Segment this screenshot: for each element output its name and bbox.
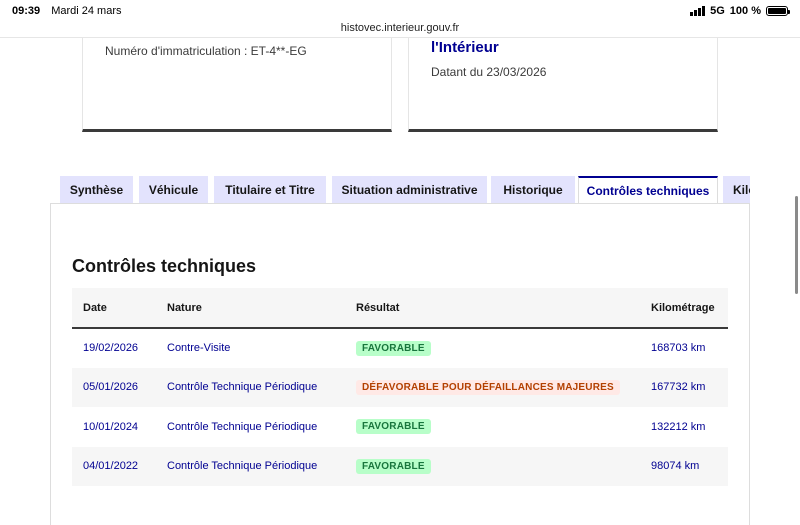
tab-situation-administrative[interactable]: Situation administrative <box>332 176 487 204</box>
network-type: 5G <box>710 5 725 17</box>
report-date: Datant du 23/03/2026 <box>431 65 547 79</box>
row-date: 19/02/2026 <box>83 342 139 355</box>
row-mileage: 98074 km <box>640 446 728 486</box>
row-result: FAVORABLE <box>345 328 640 368</box>
tab-controles-techniques[interactable]: Contrôles techniques <box>578 176 718 204</box>
source-title: l'Intérieur <box>431 39 499 56</box>
row-result: FAVORABLE <box>345 407 640 447</box>
registration-number: Numéro d'immatriculation : ET-4**-EG <box>105 44 307 58</box>
status-date: Mardi 24 mars <box>51 5 122 17</box>
battery-icon <box>766 6 790 16</box>
row-result: DÉFAVORABLE POUR DÉFAILLANCES MAJEURES <box>345 367 640 407</box>
row-mileage: 132212 km <box>651 420 706 433</box>
row-nature: Contrôle Technique Périodique <box>156 446 345 486</box>
battery-percent: 100 % <box>729 5 761 17</box>
table-row: 10/01/2024 Contrôle Technique Périodique… <box>72 407 728 447</box>
table-row: 05/01/2026 Contrôle Technique Périodique… <box>72 367 728 407</box>
battery-fill <box>768 8 786 14</box>
address-bar[interactable]: histovec.interieur.gouv.fr <box>0 18 800 38</box>
inspections-table: Date Nature Résultat Kilométrage 19/02/2… <box>72 288 728 486</box>
status-right: 5G 100 % <box>690 5 790 17</box>
tab-panel: Contrôles techniques Date Nature Résulta… <box>50 203 750 525</box>
table-row: 04/01/2022 Contrôle Technique Périodique… <box>72 446 728 486</box>
table-row: 19/02/2026 Contre-Visite FAVORABLE 16870… <box>72 328 728 368</box>
row-mileage: 167732 km <box>640 367 728 407</box>
tab-synthese[interactable]: Synthèse <box>60 176 133 204</box>
section-title: Contrôles techniques <box>72 256 257 276</box>
cellular-signal-icon <box>690 6 706 16</box>
header-result: Résultat <box>345 288 640 329</box>
tab-list: Synthèse Véhicule Titulaire et Titre Sit… <box>60 176 750 204</box>
clock: 09:39 <box>12 5 41 17</box>
row-nature: Contrôle Technique Périodique <box>156 367 345 407</box>
tab-historique[interactable]: Historique <box>491 176 575 204</box>
row-nature: Contrôle Technique Périodique <box>167 420 318 433</box>
header-date: Date <box>72 288 156 329</box>
row-date: 04/01/2022 <box>72 446 156 486</box>
registration-card: Numéro d'immatriculation : ET-4**-EG <box>82 38 392 132</box>
status-badge: FAVORABLE <box>356 458 431 474</box>
scroll-indicator[interactable] <box>795 196 798 294</box>
row-date: 05/01/2026 <box>72 367 156 407</box>
table-header-row: Date Nature Résultat Kilométrage <box>72 288 728 329</box>
tab-titulaire[interactable]: Titulaire et Titre <box>214 176 326 204</box>
source-card: l'Intérieur Datant du 23/03/2026 <box>408 38 718 132</box>
status-badge: FAVORABLE <box>356 340 431 356</box>
row-result: FAVORABLE <box>345 446 640 486</box>
row-date: 10/01/2024 <box>83 420 139 433</box>
url-text: histovec.interieur.gouv.fr <box>340 22 460 34</box>
row-nature: Contre-Visite <box>167 342 231 355</box>
tab-kilometrage[interactable]: Kilométrage <box>723 176 750 204</box>
status-badge: DÉFAVORABLE POUR DÉFAILLANCES MAJEURES <box>356 379 620 395</box>
header-nature: Nature <box>156 288 345 329</box>
status-left: 09:39 Mardi 24 mars <box>12 5 122 17</box>
row-mileage: 168703 km <box>651 342 706 355</box>
tab-vehicule[interactable]: Véhicule <box>139 176 208 204</box>
status-badge: FAVORABLE <box>356 419 431 435</box>
header-mileage: Kilométrage <box>640 288 728 329</box>
